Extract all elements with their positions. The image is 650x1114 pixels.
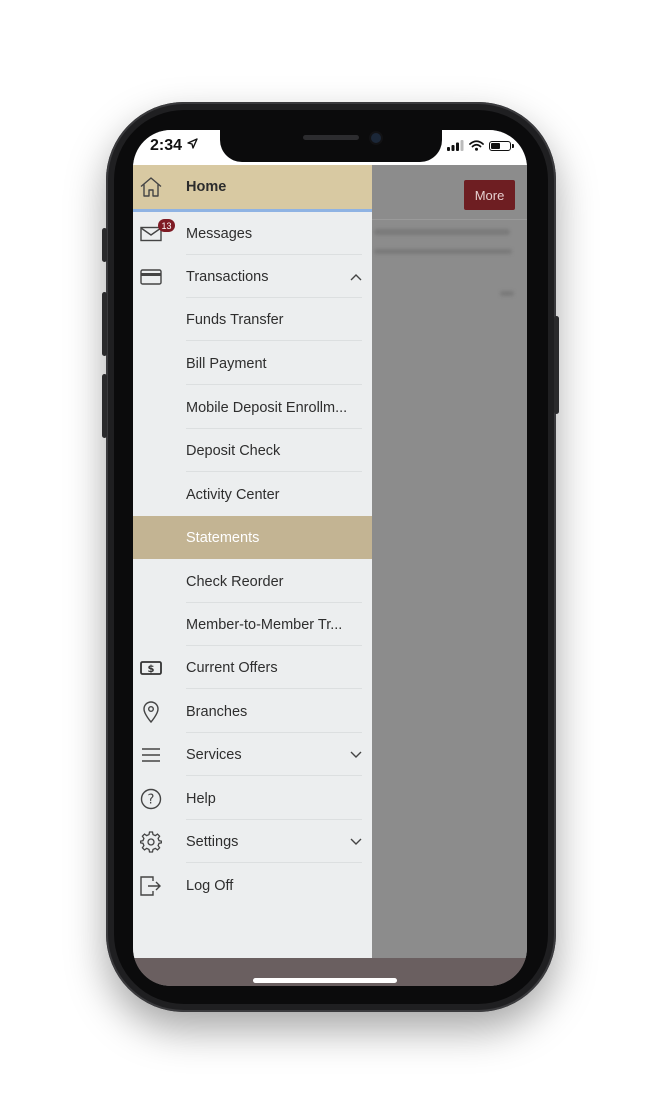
menu-label-log-off: Log Off — [186, 877, 234, 894]
menu-item-statements[interactable]: Statements — [133, 516, 372, 559]
chevron-down-icon[interactable] — [350, 836, 362, 848]
help-question-icon: ? — [139, 787, 163, 811]
menu-item-current-offers[interactable]: $ Current Offers — [133, 646, 372, 689]
phone-screen: 2:34 More Home 13 Messages Transactions … — [133, 130, 527, 986]
power-button — [554, 316, 559, 414]
gear-icon — [139, 830, 163, 854]
speaker-grille — [303, 135, 359, 140]
chevron-up-icon[interactable] — [350, 271, 362, 283]
credit-card-icon — [139, 265, 163, 289]
divider — [186, 862, 362, 863]
chevron-down-icon[interactable] — [350, 749, 362, 761]
menu-item-help[interactable]: ? Help — [133, 777, 372, 820]
menu-item-check-reorder[interactable]: Check Reorder — [133, 560, 372, 603]
menu-label-member-to-member-transfer: Member-to-Member Tr... — [186, 616, 343, 633]
logout-icon — [139, 874, 163, 898]
menu-item-mobile-deposit-enrollment[interactable]: Mobile Deposit Enrollm... — [133, 386, 372, 429]
more-button[interactable]: More — [464, 180, 515, 210]
divider — [186, 471, 362, 472]
front-camera — [371, 133, 381, 143]
divider — [186, 340, 362, 341]
menu-item-bill-payment[interactable]: Bill Payment — [133, 342, 372, 385]
menu-label-current-offers: Current Offers — [186, 659, 278, 676]
menu-label-services: Services — [186, 746, 242, 763]
menu-item-settings[interactable]: Settings — [133, 820, 372, 863]
status-time: 2:34 — [150, 137, 183, 154]
status-bar: 2:34 — [133, 130, 527, 165]
menu-label-activity-center: Activity Center — [186, 486, 280, 503]
menu-label-mobile-deposit-enrollment: Mobile Deposit Enrollm... — [186, 399, 348, 416]
blurred-text — [374, 249, 512, 254]
menu-label-bill-payment: Bill Payment — [186, 355, 267, 372]
menu-label-transactions: Transactions — [186, 268, 269, 285]
blurred-text — [500, 291, 514, 296]
home-icon — [139, 175, 163, 199]
blurred-text — [374, 229, 510, 235]
hamburger-list-icon — [139, 743, 163, 767]
menu-label-deposit-check: Deposit Check — [186, 442, 281, 459]
home-indicator[interactable] — [253, 978, 397, 983]
menu-item-services[interactable]: Services — [133, 733, 372, 776]
notch — [220, 130, 442, 162]
menu-label-check-reorder: Check Reorder — [186, 573, 284, 590]
menu-item-home[interactable]: Home — [133, 165, 372, 209]
menu-item-transactions[interactable]: Transactions — [133, 255, 372, 298]
menu-item-funds-transfer[interactable]: Funds Transfer — [133, 298, 372, 341]
menu-item-deposit-check[interactable]: Deposit Check — [133, 429, 372, 472]
menu-item-branches[interactable]: Branches — [133, 690, 372, 733]
location-arrow-icon — [187, 138, 198, 149]
menu-item-messages[interactable]: 13 Messages — [133, 212, 372, 255]
menu-label-messages: Messages — [186, 225, 253, 242]
map-pin-icon — [139, 700, 163, 724]
divider — [372, 219, 527, 220]
menu-item-activity-center[interactable]: Activity Center — [133, 473, 372, 516]
menu-item-log-off[interactable]: Log Off — [133, 864, 372, 907]
menu-label-statements: Statements — [186, 529, 260, 546]
wifi-icon — [469, 140, 484, 151]
volume-down-button — [102, 374, 107, 438]
menu-label-funds-transfer: Funds Transfer — [186, 311, 284, 328]
navigation-drawer: Home 13 Messages Transactions Funds Tran… — [133, 165, 372, 958]
menu-item-member-to-member-transfer[interactable]: Member-to-Member Tr... — [133, 603, 372, 646]
svg-text:?: ? — [148, 792, 155, 807]
divider — [186, 688, 362, 689]
menu-label-settings: Settings — [186, 833, 239, 850]
divider — [186, 384, 362, 385]
money-bill-icon: $ — [139, 656, 163, 680]
main-content-dimmed[interactable]: More — [372, 165, 527, 958]
menu-label-help: Help — [186, 790, 216, 807]
menu-label-branches: Branches — [186, 703, 248, 720]
divider — [186, 775, 362, 776]
mute-switch — [102, 228, 107, 262]
svg-text:$: $ — [148, 664, 155, 675]
status-indicators — [447, 140, 514, 151]
volume-up-button — [102, 292, 107, 356]
unread-badge: 13 — [158, 219, 175, 232]
cellular-signal-icon — [447, 140, 464, 151]
menu-label-home: Home — [186, 179, 227, 195]
battery-icon — [489, 140, 514, 151]
